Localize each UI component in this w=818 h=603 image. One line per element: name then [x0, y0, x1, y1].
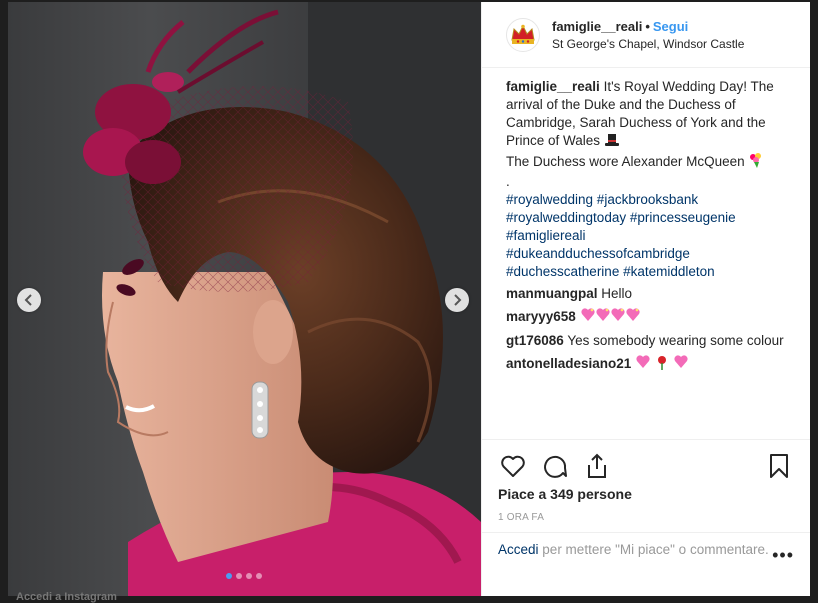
post-timestamp[interactable]: 1 ORA FA: [498, 512, 794, 523]
hashtag-line[interactable]: #famigliereali: [506, 227, 794, 245]
hashtag-line[interactable]: #dukeandduchessofcambridge: [506, 245, 794, 263]
share-icon: [588, 453, 606, 478]
carousel-next-button[interactable]: [445, 288, 469, 312]
comment-button[interactable]: [540, 451, 570, 481]
caption-dot: .: [506, 174, 510, 189]
carousel-dots: [226, 573, 262, 579]
hashtag-line[interactable]: #royalwedding #jackbrooksbank: [506, 191, 794, 209]
comment-username[interactable]: gt176086: [506, 333, 564, 348]
save-button[interactable]: [764, 451, 794, 481]
comments-list: famiglie__reali It's Royal Wedding Day! …: [482, 68, 810, 439]
comment-username[interactable]: maryyy658: [506, 309, 576, 324]
post-actions: Piace a 349 persone 1 ORA FA: [482, 439, 810, 532]
caption-username[interactable]: famiglie__reali: [506, 79, 600, 94]
login-prompt: Accedi per mettere "Mi piace" o commenta…: [482, 532, 810, 596]
comment-item: manmuangpal Hello: [506, 285, 794, 303]
bouquet-emoji: [748, 152, 764, 173]
bookmark-icon: [770, 454, 788, 478]
comment-username[interactable]: manmuangpal: [506, 286, 598, 301]
speech-bubble-icon: [544, 455, 567, 478]
post-header: famiglie__reali • Segui St George's Chapel…: [482, 2, 810, 68]
header-separator: •: [645, 18, 650, 34]
comment-text: Hello: [601, 286, 633, 301]
post-sidebar: famiglie__reali • Segui St George's Chapel…: [481, 2, 810, 596]
post-modal: famiglie__reali • Segui St George's Chapel…: [8, 2, 810, 596]
comment-text: Yes somebody wearing some colour: [567, 333, 784, 348]
comment-username[interactable]: antonelladesiano21: [506, 356, 631, 371]
heart-outline-icon: [501, 455, 525, 477]
crown-icon: [511, 24, 535, 44]
chevron-left-icon: [24, 294, 32, 306]
post-photo: [83, 2, 481, 596]
header-username[interactable]: famiglie__reali: [552, 19, 642, 34]
caption: famiglie__reali It's Royal Wedding Day! …: [506, 78, 794, 281]
hashtag-line[interactable]: #duchesscatherine #katemiddleton: [506, 263, 794, 281]
heart-rose-emoji: [635, 354, 689, 375]
like-button[interactable]: [498, 451, 528, 481]
top-hat-emoji: [604, 133, 620, 152]
carousel-dot: [246, 573, 252, 579]
login-text: per mettere "Mi piace" o commentare.: [542, 542, 769, 557]
caption-text-2: The Duchess wore Alexander McQueen: [506, 154, 745, 169]
carousel-prev-button[interactable]: [17, 288, 41, 312]
more-options-button[interactable]: •••: [772, 545, 794, 566]
carousel-dot: [226, 573, 232, 579]
chevron-right-icon: [454, 294, 462, 306]
location-link[interactable]: St George's Chapel, Windsor Castle: [552, 37, 744, 51]
comment-item: gt176086 Yes somebody wearing some colou…: [506, 332, 794, 350]
comment-item: maryyy658: [506, 307, 794, 328]
earring: [251, 381, 269, 439]
hashtag-line[interactable]: #royalweddingtoday #princesseugenie: [506, 209, 794, 227]
share-button[interactable]: [582, 451, 612, 481]
post-media[interactable]: [8, 2, 481, 596]
footer-peek-text: Accedi a Instagram: [16, 591, 117, 603]
follow-button[interactable]: Segui: [653, 19, 688, 34]
comment-item: antonelladesiano21: [506, 354, 794, 375]
carousel-dot: [236, 573, 242, 579]
sparkling-heart-emoji: [580, 307, 640, 328]
login-link[interactable]: Accedi: [498, 542, 539, 557]
avatar[interactable]: [506, 17, 540, 52]
likes-count[interactable]: Piace a 349 persone: [498, 486, 794, 502]
carousel-dot: [256, 573, 262, 579]
